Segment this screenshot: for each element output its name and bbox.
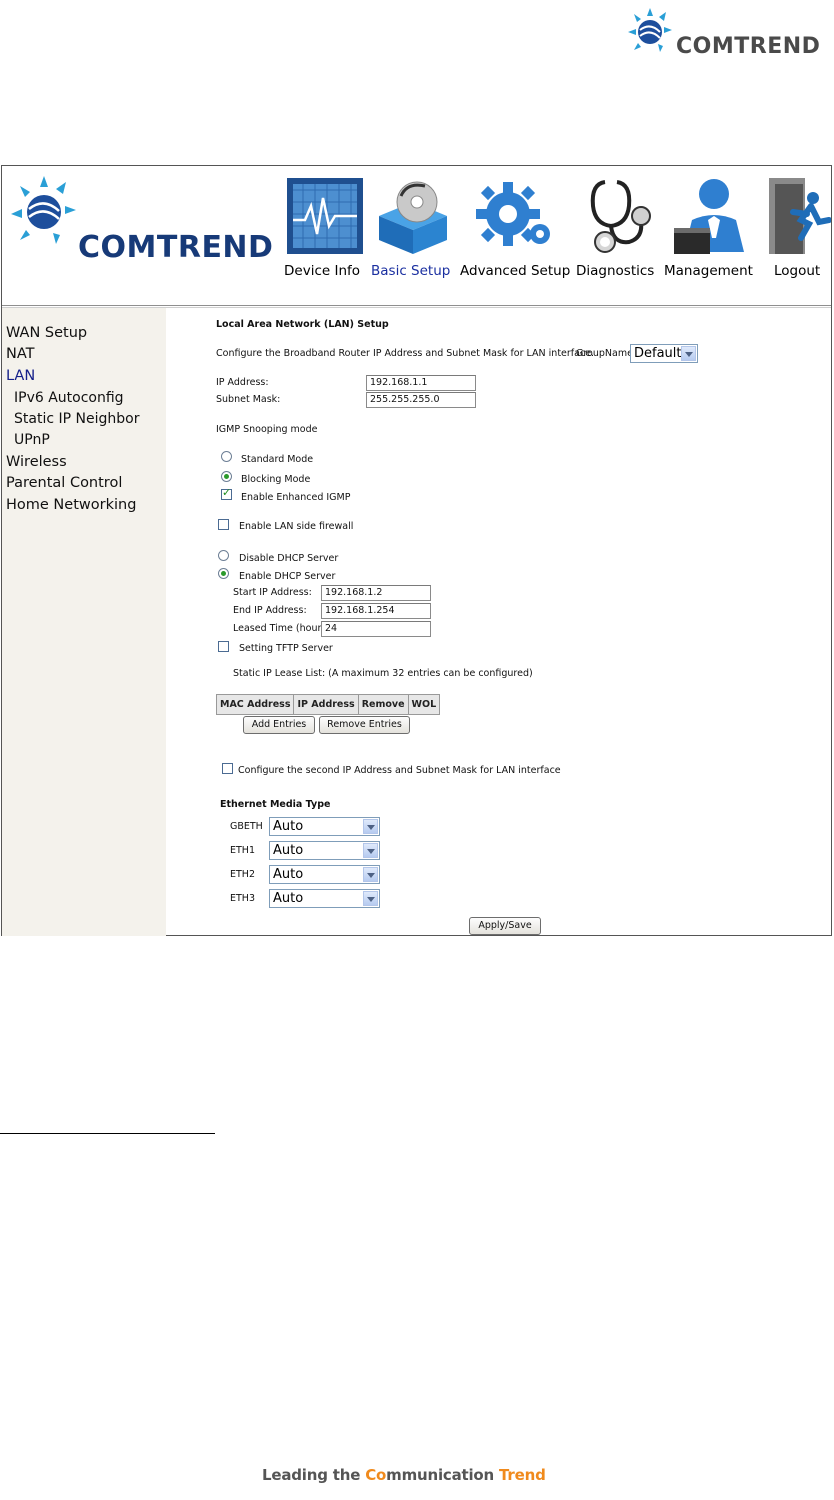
sidebar-item-lan[interactable]: LAN	[6, 368, 35, 384]
group-name-label: GroupName	[576, 348, 633, 359]
banner-divider	[2, 305, 831, 306]
start-ip-label: Start IP Address:	[233, 587, 312, 598]
enhanced-igmp-label: Enable Enhanced IGMP	[241, 492, 351, 503]
sidebar-item-wireless[interactable]: Wireless	[6, 454, 67, 470]
document-header-logo: COMTREND	[626, 2, 832, 64]
sidebar-item-wan-setup[interactable]: WAN Setup	[6, 325, 87, 341]
second-ip-checkbox[interactable]	[222, 763, 233, 774]
tftp-server-label: Setting TFTP Server	[239, 643, 333, 654]
top-banner: COMTREND Device Info Basic Setup Advance…	[2, 166, 831, 305]
chevron-down-icon	[363, 819, 378, 834]
sidebar-item-parental-control[interactable]: Parental Control	[6, 475, 122, 491]
column-header: Remove	[357, 694, 409, 715]
chevron-down-icon	[363, 867, 378, 882]
static-lease-label: Static IP Lease List: (A maximum 32 entr…	[233, 668, 533, 679]
tagline-highlight: Co	[365, 1466, 387, 1484]
disable-dhcp-radio[interactable]	[218, 550, 229, 561]
comtrend-globe-icon	[628, 8, 672, 52]
add-entries-button[interactable]: Add Entries	[243, 716, 315, 734]
subnet-mask-input[interactable]: 255.255.255.0	[366, 392, 476, 408]
chevron-down-icon	[681, 346, 696, 361]
lan-firewall-checkbox[interactable]	[218, 519, 229, 530]
nav-advanced-setup[interactable]: Advanced Setup	[460, 263, 570, 279]
port-label-eth1: ETH1	[230, 845, 255, 856]
eth2-media-value: Auto	[273, 867, 304, 882]
device-info-icon[interactable]	[285, 176, 365, 256]
end-ip-input[interactable]: 192.168.1.254	[321, 603, 431, 619]
igmp-snooping-label: IGMP Snooping mode	[216, 424, 318, 435]
chevron-down-icon	[363, 843, 378, 858]
enhanced-igmp-checkbox[interactable]	[221, 486, 232, 500]
ethernet-media-title: Ethernet Media Type	[220, 799, 331, 810]
comtrend-globe-icon	[11, 176, 76, 244]
standard-mode-label: Standard Mode	[241, 454, 314, 465]
eth3-media-select[interactable]: Auto	[269, 889, 380, 908]
logo-text: COMTREND	[676, 34, 821, 59]
logo-text: COMTREND	[78, 230, 274, 265]
enable-dhcp-radio[interactable]	[218, 568, 229, 579]
nav-device-info[interactable]: Device Info	[284, 263, 360, 279]
eth2-media-select[interactable]: Auto	[269, 865, 380, 884]
nav-basic-setup[interactable]: Basic Setup	[371, 263, 450, 279]
diagnostics-icon[interactable]	[585, 176, 655, 256]
group-name-value: Default	[634, 346, 682, 361]
tagline-part: Leading the	[262, 1466, 366, 1484]
disable-dhcp-label: Disable DHCP Server	[239, 553, 339, 564]
column-header: MAC Address	[215, 694, 295, 715]
leased-time-label: Leased Time (hour):	[233, 623, 329, 634]
logout-icon[interactable]	[767, 176, 831, 256]
chevron-down-icon	[363, 891, 378, 906]
end-ip-label: End IP Address:	[233, 605, 307, 616]
sidebar-item-upnp[interactable]: UPnP	[14, 432, 50, 448]
footer-divider	[0, 1133, 215, 1134]
leased-time-input[interactable]: 24	[321, 621, 431, 637]
enable-dhcp-label: Enable DHCP Server	[239, 571, 336, 582]
lan-description: Configure the Broadband Router IP Addres…	[216, 348, 595, 359]
nav-management[interactable]: Management	[664, 263, 753, 279]
nav-logout[interactable]: Logout	[774, 263, 820, 279]
apply-save-button[interactable]: Apply/Save	[469, 917, 541, 935]
group-name-select[interactable]: Default	[630, 344, 698, 363]
standard-mode-radio[interactable]	[221, 451, 232, 462]
gbeth-media-select[interactable]: Auto	[269, 817, 380, 836]
sidebar-item-nat[interactable]: NAT	[6, 346, 35, 362]
table-header-row: MAC Address IP Address Remove WOL	[215, 694, 441, 715]
app-logo[interactable]: COMTREND	[10, 172, 280, 282]
router-ui-screenshot: COMTREND Device Info Basic Setup Advance…	[1, 165, 832, 936]
tagline-part: mmunication	[386, 1466, 500, 1484]
eth1-media-value: Auto	[273, 843, 304, 858]
sidebar-item-ipv6-autoconfig[interactable]: IPv6 Autoconfig	[14, 390, 124, 406]
port-label-eth3: ETH3	[230, 893, 255, 904]
ip-address-input[interactable]: 192.168.1.1	[366, 375, 476, 391]
port-label-gbeth: GBETH	[230, 821, 263, 832]
start-ip-input[interactable]: 192.168.1.2	[321, 585, 431, 601]
lan-firewall-label: Enable LAN side firewall	[239, 521, 354, 532]
second-ip-label: Configure the second IP Address and Subn…	[238, 765, 561, 776]
subnet-mask-label: Subnet Mask:	[216, 394, 281, 405]
blocking-mode-label: Blocking Mode	[241, 474, 311, 485]
tftp-server-checkbox[interactable]	[218, 641, 229, 652]
blocking-mode-radio[interactable]	[221, 471, 232, 482]
port-label-eth2: ETH2	[230, 869, 255, 880]
lan-setup-content: Local Area Network (LAN) Setup Configure…	[166, 308, 831, 936]
gbeth-media-value: Auto	[273, 819, 304, 834]
sidebar-item-home-networking[interactable]: Home Networking	[6, 497, 136, 513]
eth1-media-select[interactable]: Auto	[269, 841, 380, 860]
remove-entries-button[interactable]: Remove Entries	[319, 716, 410, 734]
tagline-highlight: Trend	[499, 1466, 546, 1484]
management-icon[interactable]	[672, 176, 752, 256]
ip-address-label: IP Address:	[216, 377, 269, 388]
nav-diagnostics[interactable]: Diagnostics	[576, 263, 654, 279]
advanced-setup-icon[interactable]	[474, 176, 558, 256]
sidebar-item-static-ip-neighbor[interactable]: Static IP Neighbor	[14, 411, 139, 427]
footer-tagline: Leading the Communication Trend	[262, 1466, 546, 1484]
basic-setup-icon[interactable]	[371, 176, 455, 256]
eth3-media-value: Auto	[273, 891, 304, 906]
sidebar: WAN Setup NAT LAN IPv6 Autoconfig Static…	[2, 308, 166, 936]
column-header: WOL	[407, 694, 441, 715]
static-lease-table: MAC Address IP Address Remove WOL	[215, 694, 441, 715]
column-header: IP Address	[293, 694, 359, 715]
page-title: Local Area Network (LAN) Setup	[216, 319, 389, 330]
